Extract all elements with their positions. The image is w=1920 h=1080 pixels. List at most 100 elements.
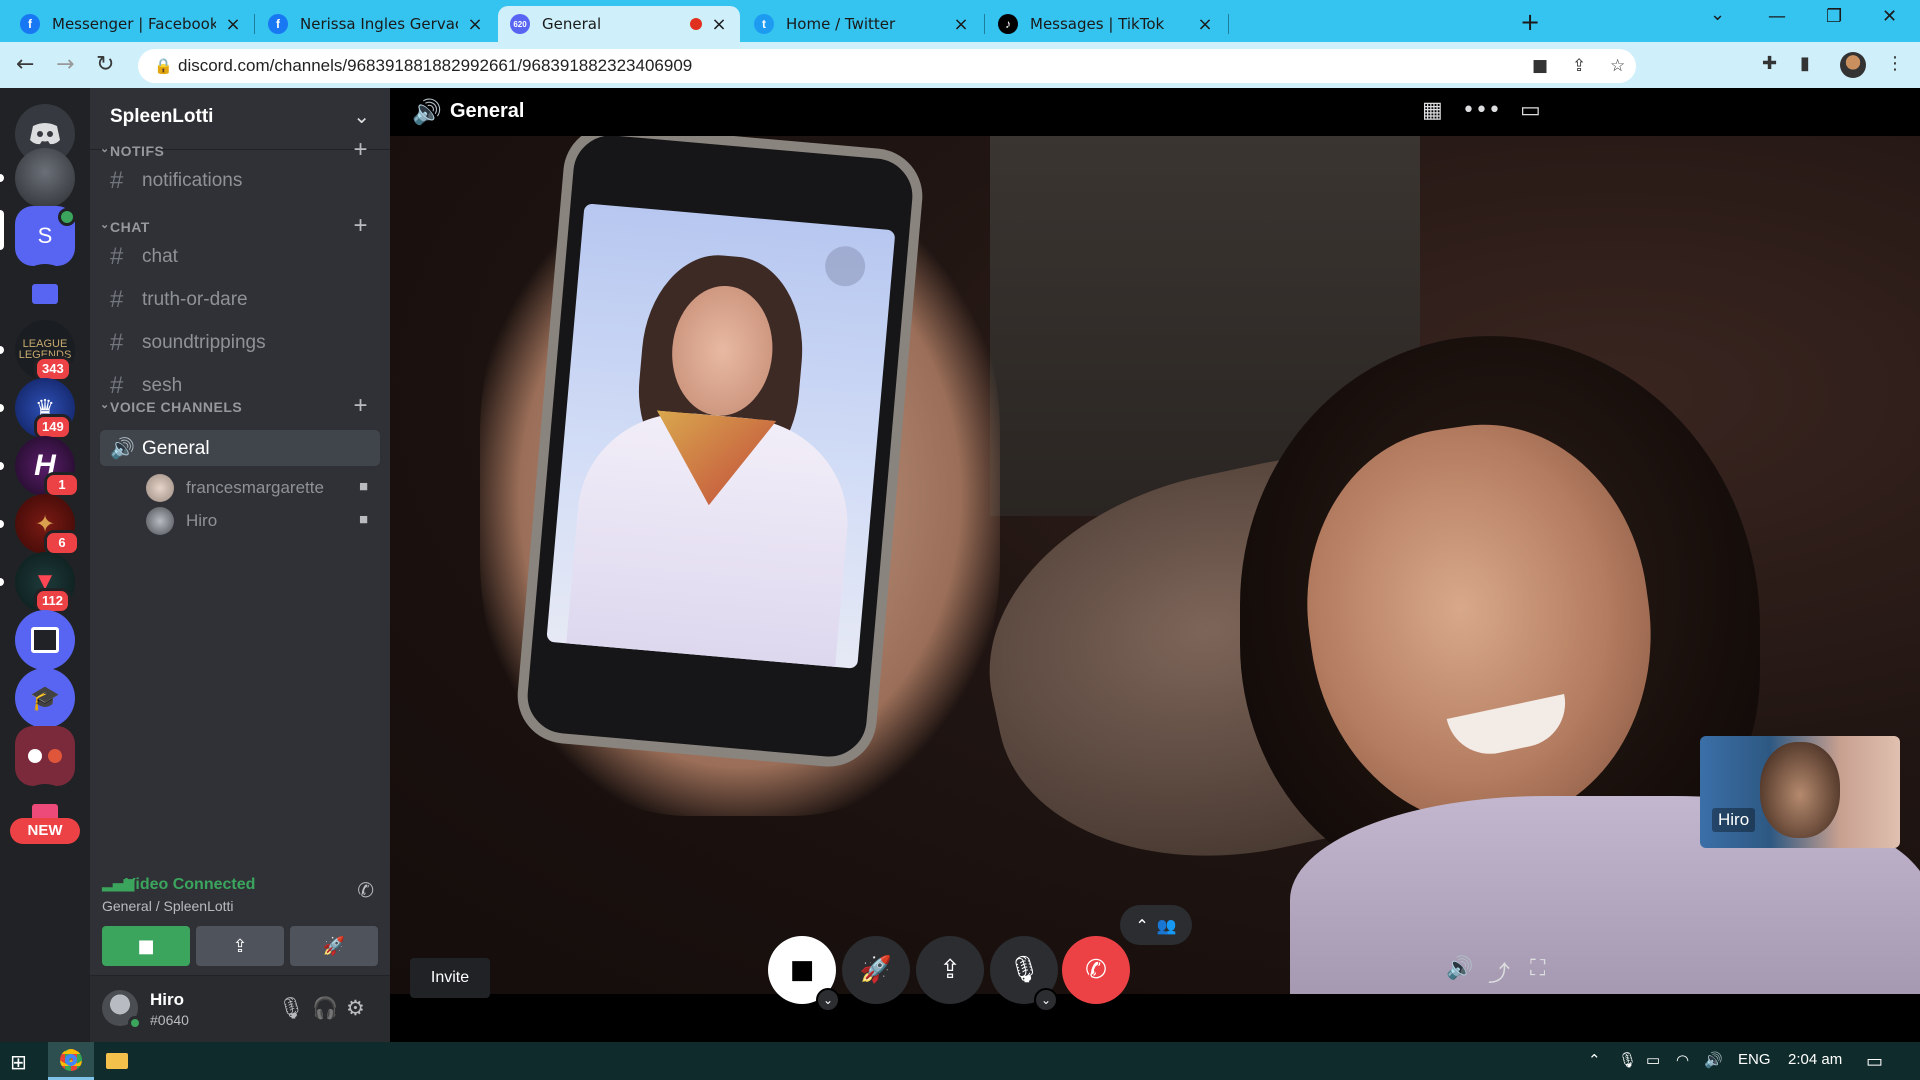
extensions-icon[interactable]: ✚ (1762, 53, 1777, 74)
back-button[interactable]: ← (16, 52, 34, 77)
chrome-icon (60, 1048, 82, 1071)
fullscreen-icon[interactable]: ⛶ (1530, 956, 1545, 981)
minimize-button[interactable]: — (1768, 6, 1786, 27)
server-header[interactable]: SpleenLotti ⌄ (90, 88, 390, 150)
grid-view-icon[interactable]: ▦ (1422, 98, 1443, 123)
tab-close-icon[interactable]: × (466, 14, 484, 35)
voice-channel-link[interactable]: General / SpleenLotti (102, 898, 234, 914)
voice-connection-panel: ▂▄▆ Video Connected General / SpleenLott… (90, 868, 390, 976)
gear-icon[interactable]: ⚙ (346, 996, 365, 1020)
tab-title: Home / Twitter (786, 15, 896, 33)
voice-user-hiro[interactable]: Hiro ■ (146, 503, 380, 537)
chrome-menu-icon[interactable]: ⋮ (1886, 53, 1904, 74)
tab-search-chevron-icon[interactable]: ⌄ (1710, 4, 1725, 25)
channel-truth-or-dare[interactable]: # truth-or-dare (100, 281, 380, 317)
side-panel-icon[interactable]: ▮ (1800, 53, 1810, 74)
server-icon-avatar[interactable] (15, 148, 75, 208)
microphone-icon[interactable]: 🎙 (278, 996, 305, 1021)
unread-pill (0, 462, 4, 470)
chevron-down-icon[interactable]: ⌄ (353, 104, 370, 128)
screen-share-button[interactable]: ⇪ (196, 926, 284, 966)
taskbar-file-explorer[interactable] (94, 1042, 140, 1080)
new-tab-button[interactable]: + (1520, 8, 1540, 36)
selected-server-pill (0, 210, 4, 250)
user-name[interactable]: Hiro (150, 990, 184, 1010)
new-badge[interactable]: NEW (10, 818, 80, 844)
participants-toggle[interactable]: ⌃ 👥 (1120, 905, 1192, 945)
reload-button[interactable]: ↻ (96, 52, 114, 77)
photo-assistive-touch (823, 244, 867, 288)
tab-close-icon[interactable]: × (952, 14, 970, 35)
windows-start-icon[interactable]: ⊞ (10, 1050, 27, 1074)
tab-nerissa[interactable]: f Nerissa Ingles Gervacio-del Rosar × (256, 6, 496, 42)
more-options-icon[interactable]: ••• (1462, 98, 1501, 123)
battery-icon[interactable]: ▭ (1646, 1051, 1660, 1069)
video-stage: 🔊 General ▦ ••• ▭ Hiro ⌃ 👥 Invite ■ ⌄ 🚀 … (390, 88, 1920, 1042)
tab-close-icon[interactable]: × (1196, 14, 1214, 35)
server-folder[interactable] (15, 264, 75, 324)
avatar (146, 474, 174, 502)
camera-in-use-icon[interactable]: ■ (1532, 56, 1548, 76)
stage-title: General (450, 100, 525, 122)
popout-icon[interactable]: ⤴ (1488, 956, 1510, 988)
disconnect-call-icon[interactable]: ✆ (357, 878, 374, 902)
unread-pill (0, 520, 4, 528)
profile-avatar[interactable] (1840, 52, 1866, 78)
restore-button[interactable]: ❐ (1826, 6, 1842, 27)
tiktok-icon: ♪ (998, 14, 1018, 34)
popout-chat-icon[interactable]: ▭ (1520, 98, 1541, 123)
input-language[interactable]: ENG (1738, 1051, 1771, 1068)
channel-notifications[interactable]: # notifications (100, 162, 380, 198)
tray-overflow-icon[interactable]: ⌃ (1588, 1051, 1601, 1069)
activity-button[interactable]: 🚀 (842, 936, 910, 1004)
tab-general[interactable]: 620 General × (498, 6, 740, 42)
tab-messenger[interactable]: f Messenger | Facebook × (8, 6, 254, 42)
close-window-button[interactable]: ✕ (1882, 6, 1897, 27)
discord-logo-icon (30, 123, 60, 145)
voice-status-text[interactable]: Video Connected (125, 876, 255, 894)
video-toggle-button[interactable]: ■ (102, 926, 190, 966)
speaker-icon[interactable]: 🔊 (1704, 1051, 1723, 1069)
tab-twitter[interactable]: t Home / Twitter × (742, 6, 982, 42)
bookmark-star-icon[interactable]: ☆ (1610, 56, 1625, 76)
add-channel-icon[interactable]: + (353, 136, 368, 164)
voice-user-francesmargarette[interactable]: francesmargarette ■ (146, 470, 380, 504)
activity-launcher-button[interactable]: 🚀 (290, 926, 378, 966)
tab-close-icon[interactable]: × (224, 14, 242, 35)
camera-options-chevron[interactable]: ⌄ (816, 988, 840, 1012)
lock-icon[interactable]: 🔒 (154, 57, 173, 75)
category-notifs[interactable]: ⌄ NOTIFS + (98, 136, 388, 163)
share-icon[interactable]: ⇪ (1572, 56, 1586, 76)
category-chat[interactable]: ⌄ CHAT + (98, 212, 388, 239)
category-voice-channels[interactable]: ⌄ VOICE CHANNELS + (98, 392, 388, 419)
tray-microphone-icon[interactable]: 🎙 (1618, 1051, 1637, 1069)
server-folder-mixed[interactable] (15, 726, 75, 786)
headphones-icon[interactable]: 🎧 (312, 996, 338, 1021)
voice-channel-general[interactable]: 🔊 General (100, 430, 380, 466)
twitter-icon: t (754, 14, 774, 34)
disconnect-button[interactable]: ✆ (1062, 936, 1130, 1004)
browser-tab-strip: f Messenger | Facebook × f Nerissa Ingle… (0, 0, 1920, 42)
add-channel-icon[interactable]: + (353, 392, 368, 420)
clock[interactable]: 2:04 am (1788, 1051, 1842, 1068)
participant-video-feed[interactable]: Hiro (390, 136, 1920, 994)
mic-options-chevron[interactable]: ⌄ (1034, 988, 1058, 1012)
tab-tiktok[interactable]: ♪ Messages | TikTok × (986, 6, 1226, 42)
channel-soundtrippings[interactable]: # soundtrippings (100, 324, 380, 360)
screen-share-button[interactable]: ⇪ (916, 936, 984, 1004)
server-twitch[interactable] (15, 610, 75, 670)
wifi-icon[interactable]: ◠ (1676, 1051, 1689, 1069)
notification-center-icon[interactable]: ▭ (1866, 1051, 1883, 1072)
taskbar-chrome[interactable] (48, 1042, 94, 1080)
tab-divider (1228, 14, 1229, 34)
invite-button[interactable]: Invite (410, 958, 490, 998)
add-channel-icon[interactable]: + (353, 212, 368, 240)
address-bar[interactable]: 🔒 discord.com/channels/96839188188299266… (138, 49, 1636, 83)
channel-chat[interactable]: # chat (100, 238, 380, 274)
tab-close-icon[interactable]: × (710, 14, 728, 35)
volume-icon[interactable]: 🔊 (1446, 956, 1473, 981)
forward-button[interactable]: → (56, 52, 74, 77)
self-video-preview[interactable]: Hiro (1700, 736, 1900, 848)
server-study[interactable]: 🎓 (15, 668, 75, 728)
microphone-icon: 🎙 (1007, 955, 1041, 985)
